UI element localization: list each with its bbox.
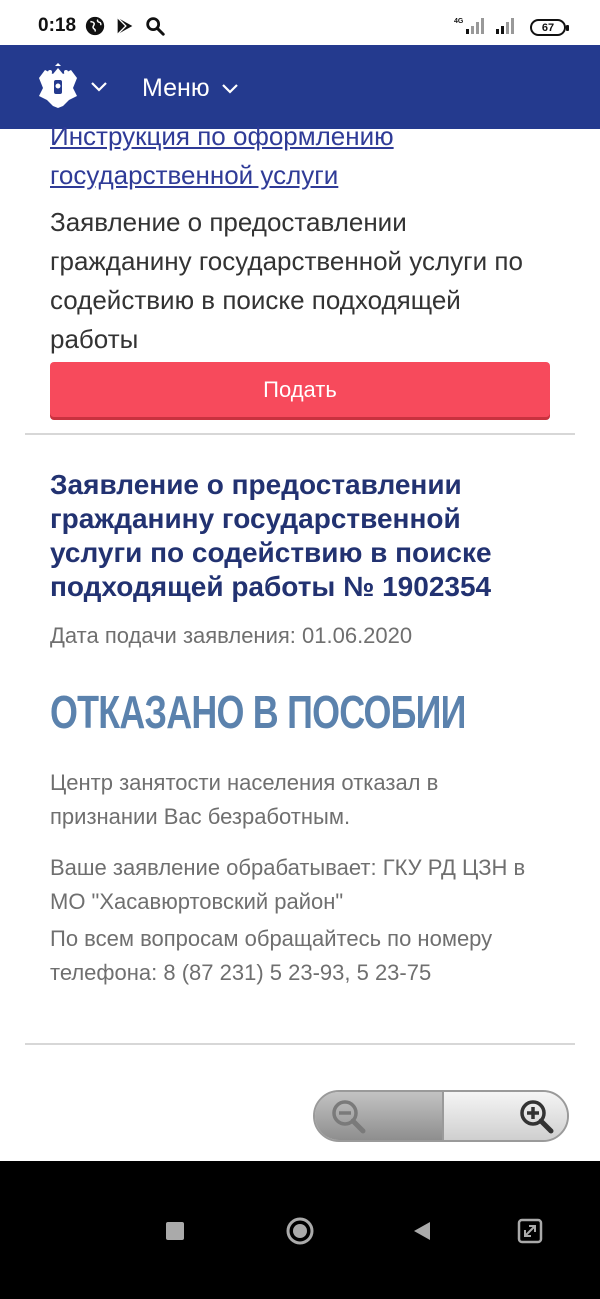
status-icons bbox=[84, 15, 166, 37]
screen-expand-button[interactable] bbox=[510, 1211, 550, 1251]
zoom-in-button[interactable] bbox=[442, 1092, 567, 1140]
status-message: Центр занятости населения отказал в приз… bbox=[50, 770, 439, 829]
svg-text:4G: 4G bbox=[454, 18, 464, 25]
submit-button[interactable]: Подать bbox=[50, 362, 550, 417]
square-icon bbox=[166, 1222, 184, 1240]
processor-info: Ваше заявление обрабатывает: ГКУ РД ЦЗН … bbox=[50, 855, 526, 914]
play-store-icon bbox=[117, 17, 133, 35]
menu-button[interactable]: Меню bbox=[142, 74, 210, 103]
search-icon bbox=[146, 17, 165, 36]
home-button[interactable] bbox=[280, 1211, 320, 1251]
back-button[interactable] bbox=[402, 1211, 442, 1251]
contact-info: По всем вопросам обращайтесь по номеру т… bbox=[50, 926, 493, 985]
expand-icon bbox=[517, 1218, 543, 1244]
zoom-in-icon bbox=[520, 1100, 554, 1134]
divider bbox=[25, 1043, 575, 1045]
zoom-control bbox=[313, 1090, 569, 1142]
zoom-out-button[interactable] bbox=[315, 1092, 442, 1140]
recent-apps-button[interactable] bbox=[155, 1211, 195, 1251]
service-description: Заявление о предоставлении гражданину го… bbox=[50, 207, 523, 354]
status-time: 0:18 bbox=[38, 15, 77, 36]
divider bbox=[25, 433, 575, 435]
menu-chevron-down-icon[interactable] bbox=[221, 82, 239, 96]
back-triangle-icon bbox=[414, 1222, 430, 1240]
application-title: Заявление о предоставлении гражданину го… bbox=[50, 469, 492, 602]
application-date: Дата подачи заявления: 01.06.2020 bbox=[50, 623, 413, 648]
application-status: ОТКАЗАНО В ПОСОБИИ bbox=[50, 686, 466, 738]
home-circle-icon bbox=[286, 1217, 314, 1245]
instruction-link[interactable]: Инструкция по оформлению государственной… bbox=[50, 117, 550, 195]
chevron-down-icon[interactable] bbox=[90, 80, 108, 94]
status-bar: 0:18 4G 67 bbox=[0, 0, 600, 45]
signal-icon bbox=[492, 16, 522, 39]
status-right: 4G 67 bbox=[454, 16, 569, 39]
battery-indicator: 67 bbox=[530, 19, 569, 36]
coat-of-arms-icon[interactable] bbox=[33, 62, 83, 112]
signal-4g-icon: 4G bbox=[454, 16, 484, 39]
system-nav-bar bbox=[0, 1161, 600, 1299]
zoom-out-icon bbox=[332, 1100, 366, 1134]
globe-icon bbox=[85, 16, 105, 36]
